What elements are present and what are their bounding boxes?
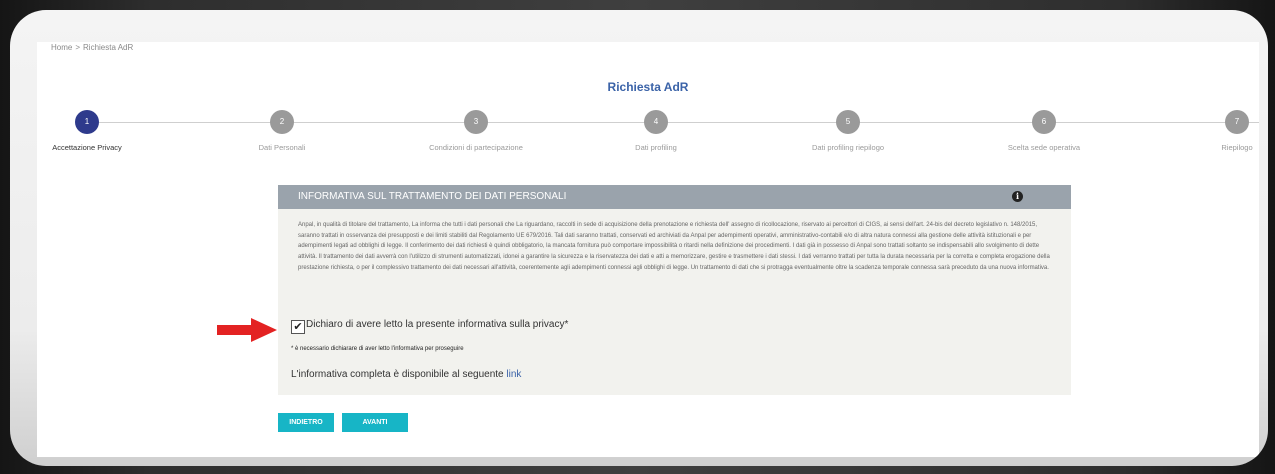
step-dati-personali[interactable]: 2 Dati Personali xyxy=(227,110,337,153)
step-privacy[interactable]: 1 Accettazione Privacy xyxy=(37,110,142,153)
step-number: 2 xyxy=(270,110,294,134)
info-circle-icon[interactable]: i xyxy=(1012,191,1023,202)
step-label: Riepilogo xyxy=(1221,143,1253,152)
breadcrumb-home[interactable]: Home xyxy=(51,43,72,52)
step-number: 7 xyxy=(1225,110,1249,134)
step-label: Dati profiling riepilogo xyxy=(811,143,885,152)
panel-title: INFORMATIVA SUL TRATTAMENTO DEI DATI PER… xyxy=(298,191,567,202)
progress-stepper: 1 Accettazione Privacy 2 Dati Personali … xyxy=(37,110,1259,170)
step-label: Scelta sede operativa xyxy=(1007,143,1081,152)
breadcrumb-current: Richiesta AdR xyxy=(83,43,134,52)
panel-header: INFORMATIVA SUL TRATTAMENTO DEI DATI PER… xyxy=(278,185,1071,209)
privacy-text: Anpal, in qualità di titolare del tratta… xyxy=(298,222,1050,271)
full-info-line: L'informativa completa è disponibile al … xyxy=(291,369,521,380)
step-label: Accettazione Privacy xyxy=(52,143,122,152)
privacy-checkbox[interactable]: ✔ xyxy=(291,320,305,334)
step-number: 3 xyxy=(464,110,488,134)
breadcrumb-separator: > xyxy=(75,43,81,52)
step-number: 6 xyxy=(1032,110,1056,134)
device-frame: Home > Richiesta AdR Richiesta AdR 1 Accet… xyxy=(10,10,1268,466)
privacy-consent: ✔ Dichiaro di avere letto la presente inf… xyxy=(291,319,568,334)
back-button[interactable]: INDIETRO xyxy=(278,413,334,432)
step-number: 5 xyxy=(836,110,860,134)
step-label: Dati profiling xyxy=(635,143,677,152)
required-note: * è necessario dichiarare di aver letto … xyxy=(291,346,464,352)
page-title: Richiesta AdR xyxy=(607,80,689,94)
privacy-panel: INFORMATIVA SUL TRATTAMENTO DEI DATI PER… xyxy=(278,185,1071,395)
checkmark-icon: ✔ xyxy=(293,321,303,333)
step-label: Condizioni di partecipazione xyxy=(429,143,523,152)
step-dati-profiling[interactable]: 4 Dati profiling xyxy=(601,110,711,153)
privacy-checkbox-label[interactable]: Dichiaro di avere letto la presente info… xyxy=(306,319,568,330)
full-info-link[interactable]: link xyxy=(506,369,521,380)
step-number: 1 xyxy=(75,110,99,134)
step-profiling-riepilogo[interactable]: 5 Dati profiling riepilogo xyxy=(793,110,903,153)
step-condizioni[interactable]: 3 Condizioni di partecipazione xyxy=(421,110,531,153)
breadcrumb: Home > Richiesta AdR xyxy=(51,43,133,52)
red-arrow-icon xyxy=(217,318,277,342)
step-riepilogo[interactable]: 7 Riepilogo xyxy=(1182,110,1259,153)
full-info-text: L'informativa completa è disponibile al … xyxy=(291,369,504,380)
step-number: 4 xyxy=(644,110,668,134)
step-sede-operativa[interactable]: 6 Scelta sede operativa xyxy=(989,110,1099,153)
step-label: Dati Personali xyxy=(258,143,306,152)
next-button[interactable]: AVANTI xyxy=(342,413,408,432)
browser-content: Home > Richiesta AdR Richiesta AdR 1 Accet… xyxy=(37,42,1259,457)
